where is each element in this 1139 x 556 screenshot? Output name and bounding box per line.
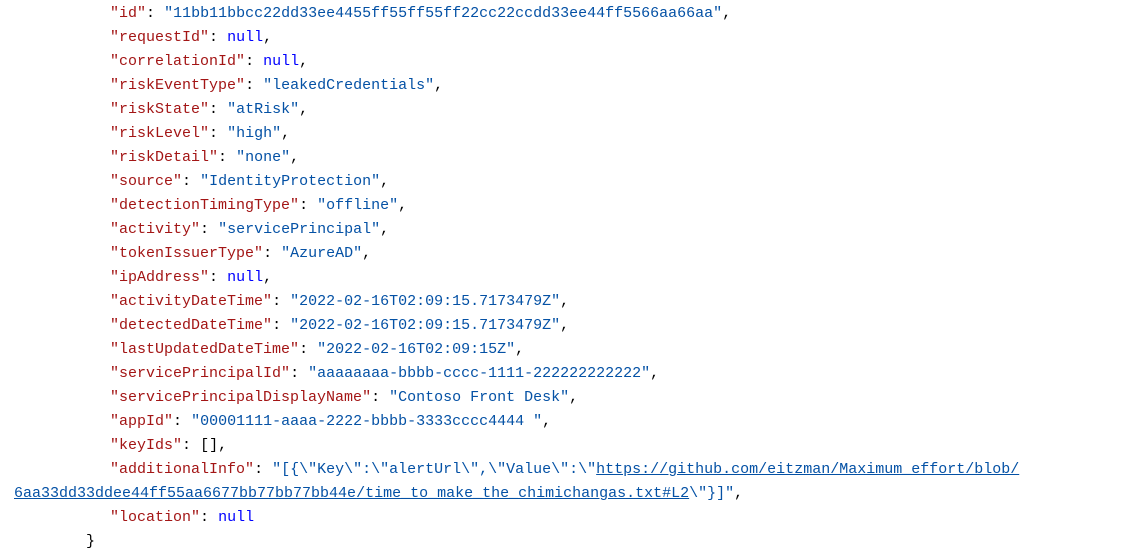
- val-activityDateTime: 2022-02-16T02:09:15.7173479Z: [299, 293, 551, 310]
- key-location: location: [119, 509, 191, 526]
- val-additionalInfo-suffix: \"}]: [689, 485, 725, 502]
- key-detectionTimingType: detectionTimingType: [119, 197, 290, 214]
- json-code-block: "id": "11bb11bbcc22dd33ee4455ff55ff55ff2…: [0, 0, 1139, 556]
- json-field-id: "id": "11bb11bbcc22dd33ee4455ff55ff55ff2…: [14, 2, 1139, 26]
- key-tokenIssuerType: tokenIssuerType: [119, 245, 254, 262]
- key-activity: activity: [119, 221, 191, 238]
- val-riskDetail: none: [245, 149, 281, 166]
- json-closing-brace: }: [14, 530, 1139, 554]
- val-servicePrincipalId: aaaaaaaa-bbbb-cccc-1111-222222222222: [317, 365, 641, 382]
- val-detectedDateTime: 2022-02-16T02:09:15.7173479Z: [299, 317, 551, 334]
- key-correlationId: correlationId: [119, 53, 236, 70]
- json-field-lastUpdatedDateTime: "lastUpdatedDateTime": "2022-02-16T02:09…: [14, 338, 1139, 362]
- json-field-additionalInfo-line1: "additionalInfo": "[{\"Key\":\"alertUrl\…: [14, 458, 1139, 482]
- val-riskState: atRisk: [236, 101, 290, 118]
- val-activity: servicePrincipal: [227, 221, 371, 238]
- val-riskEventType: leakedCredentials: [272, 77, 425, 94]
- val-correlationId: null: [263, 53, 299, 70]
- json-field-servicePrincipalId: "servicePrincipalId": "aaaaaaaa-bbbb-ccc…: [14, 362, 1139, 386]
- key-detectedDateTime: detectedDateTime: [119, 317, 263, 334]
- key-servicePrincipalId: servicePrincipalId: [119, 365, 281, 382]
- val-additionalInfo-url1[interactable]: https://github.com/eitzman/Maximum_effor…: [596, 461, 1019, 478]
- json-field-requestId: "requestId": null,: [14, 26, 1139, 50]
- json-field-keyIds: "keyIds": [],: [14, 434, 1139, 458]
- key-activityDateTime: activityDateTime: [119, 293, 263, 310]
- json-field-riskDetail: "riskDetail": "none",: [14, 146, 1139, 170]
- val-lastUpdatedDateTime: 2022-02-16T02:09:15Z: [326, 341, 506, 358]
- key-riskEventType: riskEventType: [119, 77, 236, 94]
- val-requestId: null: [227, 29, 263, 46]
- json-field-correlationId: "correlationId": null,: [14, 50, 1139, 74]
- val-keyIds: []: [200, 437, 218, 454]
- key-ipAddress: ipAddress: [119, 269, 200, 286]
- val-tokenIssuerType: AzureAD: [290, 245, 353, 262]
- json-field-tokenIssuerType: "tokenIssuerType": "AzureAD",: [14, 242, 1139, 266]
- key-appId: appId: [119, 413, 164, 430]
- val-detectionTimingType: offline: [326, 197, 389, 214]
- val-riskLevel: high: [236, 125, 272, 142]
- key-id: id: [119, 5, 137, 22]
- val-ipAddress: null: [227, 269, 263, 286]
- val-additionalInfo-url2b[interactable]: /time_to_make_the_chimichangas.txt#L2: [356, 485, 689, 502]
- val-appId: 00001111-aaaa-2222-bbbb-3333cccc4444: [200, 413, 533, 430]
- key-source: source: [119, 173, 173, 190]
- val-id: 11bb11bbcc22dd33ee4455ff55ff55ff22cc22cc…: [173, 5, 713, 22]
- json-field-servicePrincipalDisplayName: "servicePrincipalDisplayName": "Contoso …: [14, 386, 1139, 410]
- key-lastUpdatedDateTime: lastUpdatedDateTime: [119, 341, 290, 358]
- key-additionalInfo: additionalInfo: [119, 461, 245, 478]
- json-field-detectionTimingType: "detectionTimingType": "offline",: [14, 194, 1139, 218]
- json-field-appId: "appId": "00001111-aaaa-2222-bbbb-3333cc…: [14, 410, 1139, 434]
- key-servicePrincipalDisplayName: servicePrincipalDisplayName: [119, 389, 362, 406]
- json-field-location: "location": null: [14, 506, 1139, 530]
- val-additionalInfo-url2a[interactable]: 6aa33dd33ddee44ff55aa6677bb77bb77bb44e: [14, 485, 356, 502]
- json-field-riskLevel: "riskLevel": "high",: [14, 122, 1139, 146]
- json-field-riskState: "riskState": "atRisk",: [14, 98, 1139, 122]
- key-riskLevel: riskLevel: [119, 125, 200, 142]
- json-field-activityDateTime: "activityDateTime": "2022-02-16T02:09:15…: [14, 290, 1139, 314]
- val-additionalInfo-prefix: [{\"Key\":\"alertUrl\",\"Value\":\": [281, 461, 596, 478]
- key-riskState: riskState: [119, 101, 200, 118]
- json-field-additionalInfo-line2: 6aa33dd33ddee44ff55aa6677bb77bb77bb44e/t…: [14, 482, 1139, 506]
- json-field-detectedDateTime: "detectedDateTime": "2022-02-16T02:09:15…: [14, 314, 1139, 338]
- key-requestId: requestId: [119, 29, 200, 46]
- key-riskDetail: riskDetail: [119, 149, 209, 166]
- json-field-ipAddress: "ipAddress": null,: [14, 266, 1139, 290]
- val-location: null: [218, 509, 254, 526]
- val-servicePrincipalDisplayName: Contoso Front Desk: [398, 389, 560, 406]
- key-keyIds: keyIds: [119, 437, 173, 454]
- json-field-riskEventType: "riskEventType": "leakedCredentials",: [14, 74, 1139, 98]
- json-field-activity: "activity": "servicePrincipal",: [14, 218, 1139, 242]
- val-source: IdentityProtection: [209, 173, 371, 190]
- json-field-source: "source": "IdentityProtection",: [14, 170, 1139, 194]
